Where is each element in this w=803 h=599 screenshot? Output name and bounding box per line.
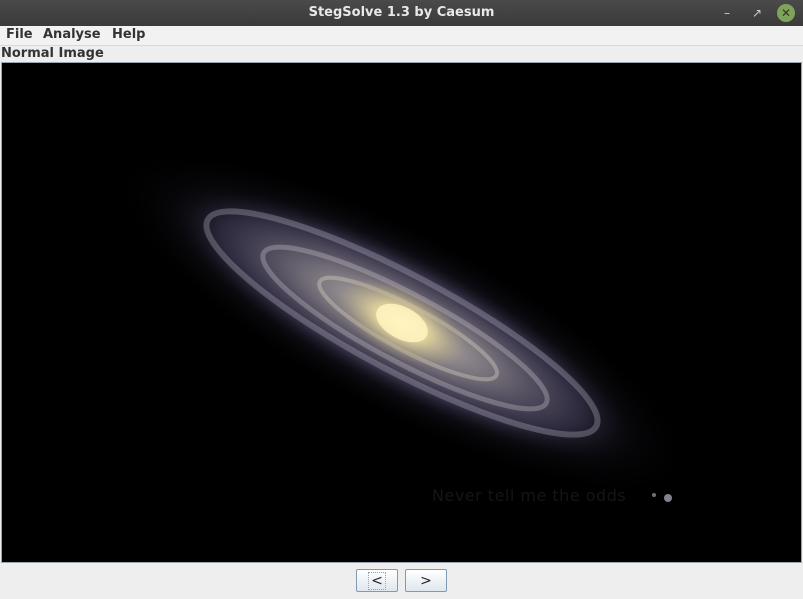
minimize-icon[interactable]: – [718,4,736,22]
stegsolve-window: StegSolve 1.3 by Caesum – ↗ ✕ File Analy… [0,0,803,599]
image-view: Never tell me the odds [1,62,802,563]
menu-help[interactable]: Help [112,27,145,42]
previous-plane-button[interactable]: < [356,569,398,592]
menu-analyse[interactable]: Analyse [43,27,101,42]
menu-bar: File Analyse Help [0,26,803,46]
close-icon[interactable]: ✕ [777,4,795,22]
previous-label: < [368,571,386,590]
window-title: StegSolve 1.3 by Caesum [308,5,495,20]
maximize-icon[interactable]: ↗ [748,4,766,22]
image-caption: Normal Image [1,46,104,61]
menu-file[interactable]: File [6,27,33,42]
next-plane-button[interactable]: > [405,569,447,592]
title-bar[interactable]: StegSolve 1.3 by Caesum – ↗ ✕ [0,0,803,26]
embedded-text: Never tell me the odds [432,486,627,505]
galaxy-image [107,146,697,502]
